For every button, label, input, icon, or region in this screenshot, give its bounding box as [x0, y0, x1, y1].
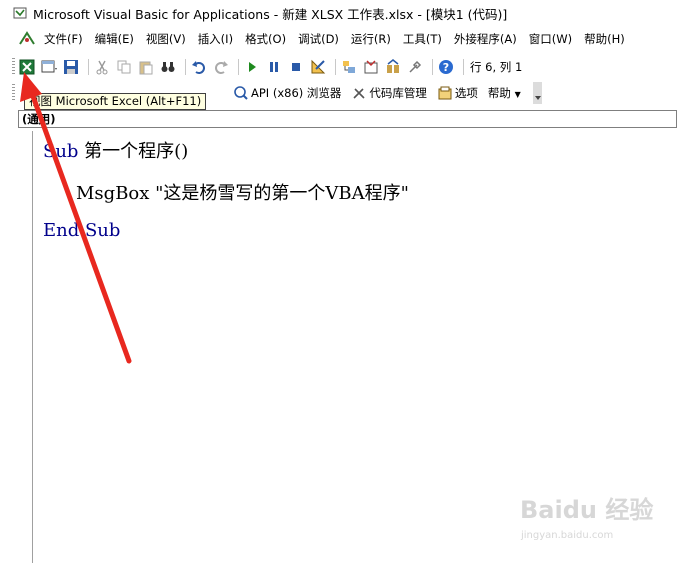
run-icon: [249, 62, 256, 72]
vba-app-icon: [13, 7, 27, 19]
toolbar-overflow-button[interactable]: [532, 82, 542, 104]
undo-icon: [192, 61, 205, 74]
cursor-position: 行 6, 列 1: [470, 60, 523, 74]
svg-text:?: ?: [443, 61, 449, 74]
menu-insert[interactable]: 插入(I): [196, 31, 235, 47]
cut-button[interactable]: [93, 58, 111, 76]
cut-icon: [96, 60, 108, 75]
code-library-button[interactable]: 代码库管理: [369, 85, 427, 101]
menu-view[interactable]: 视图(V): [144, 31, 188, 47]
api-browser-icon: [234, 86, 248, 100]
break-icon: [270, 62, 278, 72]
copy-icon: [117, 60, 131, 74]
object-combo[interactable]: (通用): [18, 110, 677, 128]
excel-icon: [19, 59, 35, 75]
redo-icon: [215, 61, 228, 74]
help-dropdown-button[interactable]: 帮助 ▼: [488, 85, 521, 101]
properties-icon: [364, 60, 378, 74]
toolbox-icon: [409, 60, 422, 73]
toolbar-separator: [335, 59, 336, 75]
menu-file[interactable]: 文件(F): [42, 31, 85, 47]
undo-button[interactable]: [190, 58, 208, 76]
menu-window[interactable]: 窗口(W): [527, 31, 574, 47]
find-button[interactable]: [159, 58, 177, 76]
code-procedure-name: 第一个程序(): [78, 141, 189, 162]
reset-button[interactable]: [287, 58, 305, 76]
menu-addins[interactable]: 外接程序(A): [452, 31, 519, 47]
watermark-main: Baidu 经验: [520, 496, 654, 524]
help-dropdown-label: 帮助: [487, 86, 511, 100]
break-button[interactable]: [265, 58, 283, 76]
object-browser-icon: [387, 59, 399, 73]
standard-toolbar: ? 行 6, 列 1: [0, 55, 677, 79]
menu-run[interactable]: 运行(R): [349, 31, 393, 47]
menu-tools[interactable]: 工具(T): [401, 31, 444, 47]
menu-help[interactable]: 帮助(H): [582, 31, 627, 47]
toolbar-separator: [238, 59, 239, 75]
code-library-icon: [353, 88, 365, 99]
run-button[interactable]: [243, 58, 261, 76]
api-browser-button[interactable]: API (x86) 浏览器: [251, 85, 341, 101]
title-bar: Microsoft Visual Basic for Applications …: [0, 0, 677, 26]
chevron-down-icon: ▼: [514, 90, 521, 99]
options-icon: [438, 86, 452, 100]
toolbar-grip[interactable]: [12, 58, 15, 76]
save-icon: [64, 60, 78, 74]
toolbar-separator: [88, 59, 89, 75]
help-icon: ?: [439, 60, 453, 74]
window-title: Microsoft Visual Basic for Applications …: [33, 6, 508, 22]
menu-format[interactable]: 格式(O): [243, 31, 288, 47]
toolbar-grip[interactable]: [12, 84, 15, 102]
copy-button[interactable]: [115, 58, 133, 76]
reset-icon: [292, 63, 300, 71]
insert-module-icon: [41, 60, 57, 73]
code-keyword-sub: Sub: [43, 141, 79, 162]
paste-icon: [139, 61, 153, 75]
help-button[interactable]: ?: [437, 58, 455, 76]
vba-menu-icon[interactable]: [18, 30, 36, 48]
menu-bar: 文件(F) 编辑(E) 视图(V) 插入(I) 格式(O) 调试(D) 运行(R…: [0, 28, 677, 50]
properties-button[interactable]: [362, 58, 380, 76]
baidu-watermark: Baidu 经验 jingyan.baidu.com: [520, 490, 670, 550]
paste-button[interactable]: [137, 58, 155, 76]
watermark-sub: jingyan.baidu.com: [521, 530, 614, 541]
object-browser-button[interactable]: [384, 58, 402, 76]
redo-button[interactable]: [212, 58, 230, 76]
options-button[interactable]: 选项: [455, 85, 478, 101]
toolbox-button[interactable]: [406, 58, 424, 76]
project-explorer-button[interactable]: [340, 58, 358, 76]
view-excel-button[interactable]: [18, 58, 36, 76]
tooltip: 视图 Microsoft Excel (Alt+F11): [24, 93, 207, 110]
design-mode-button[interactable]: [309, 58, 327, 76]
design-mode-icon: [311, 59, 326, 74]
project-explorer-icon: [343, 61, 355, 73]
toolbar-separator: [185, 59, 186, 75]
find-icon: [161, 62, 175, 72]
toolbar-separator: [432, 59, 433, 75]
code-line-1: Sub 第一个程序(): [43, 137, 188, 163]
code-line-2: MsgBox "这是杨雪写的第一个VBA程序": [76, 183, 409, 204]
save-button[interactable]: [62, 58, 80, 76]
menu-debug[interactable]: 调试(D): [296, 31, 341, 47]
toolbar-separator: [463, 59, 464, 75]
menu-edit[interactable]: 编辑(E): [93, 31, 136, 47]
insert-module-button[interactable]: [40, 58, 58, 76]
code-line-3: End Sub: [43, 220, 121, 241]
